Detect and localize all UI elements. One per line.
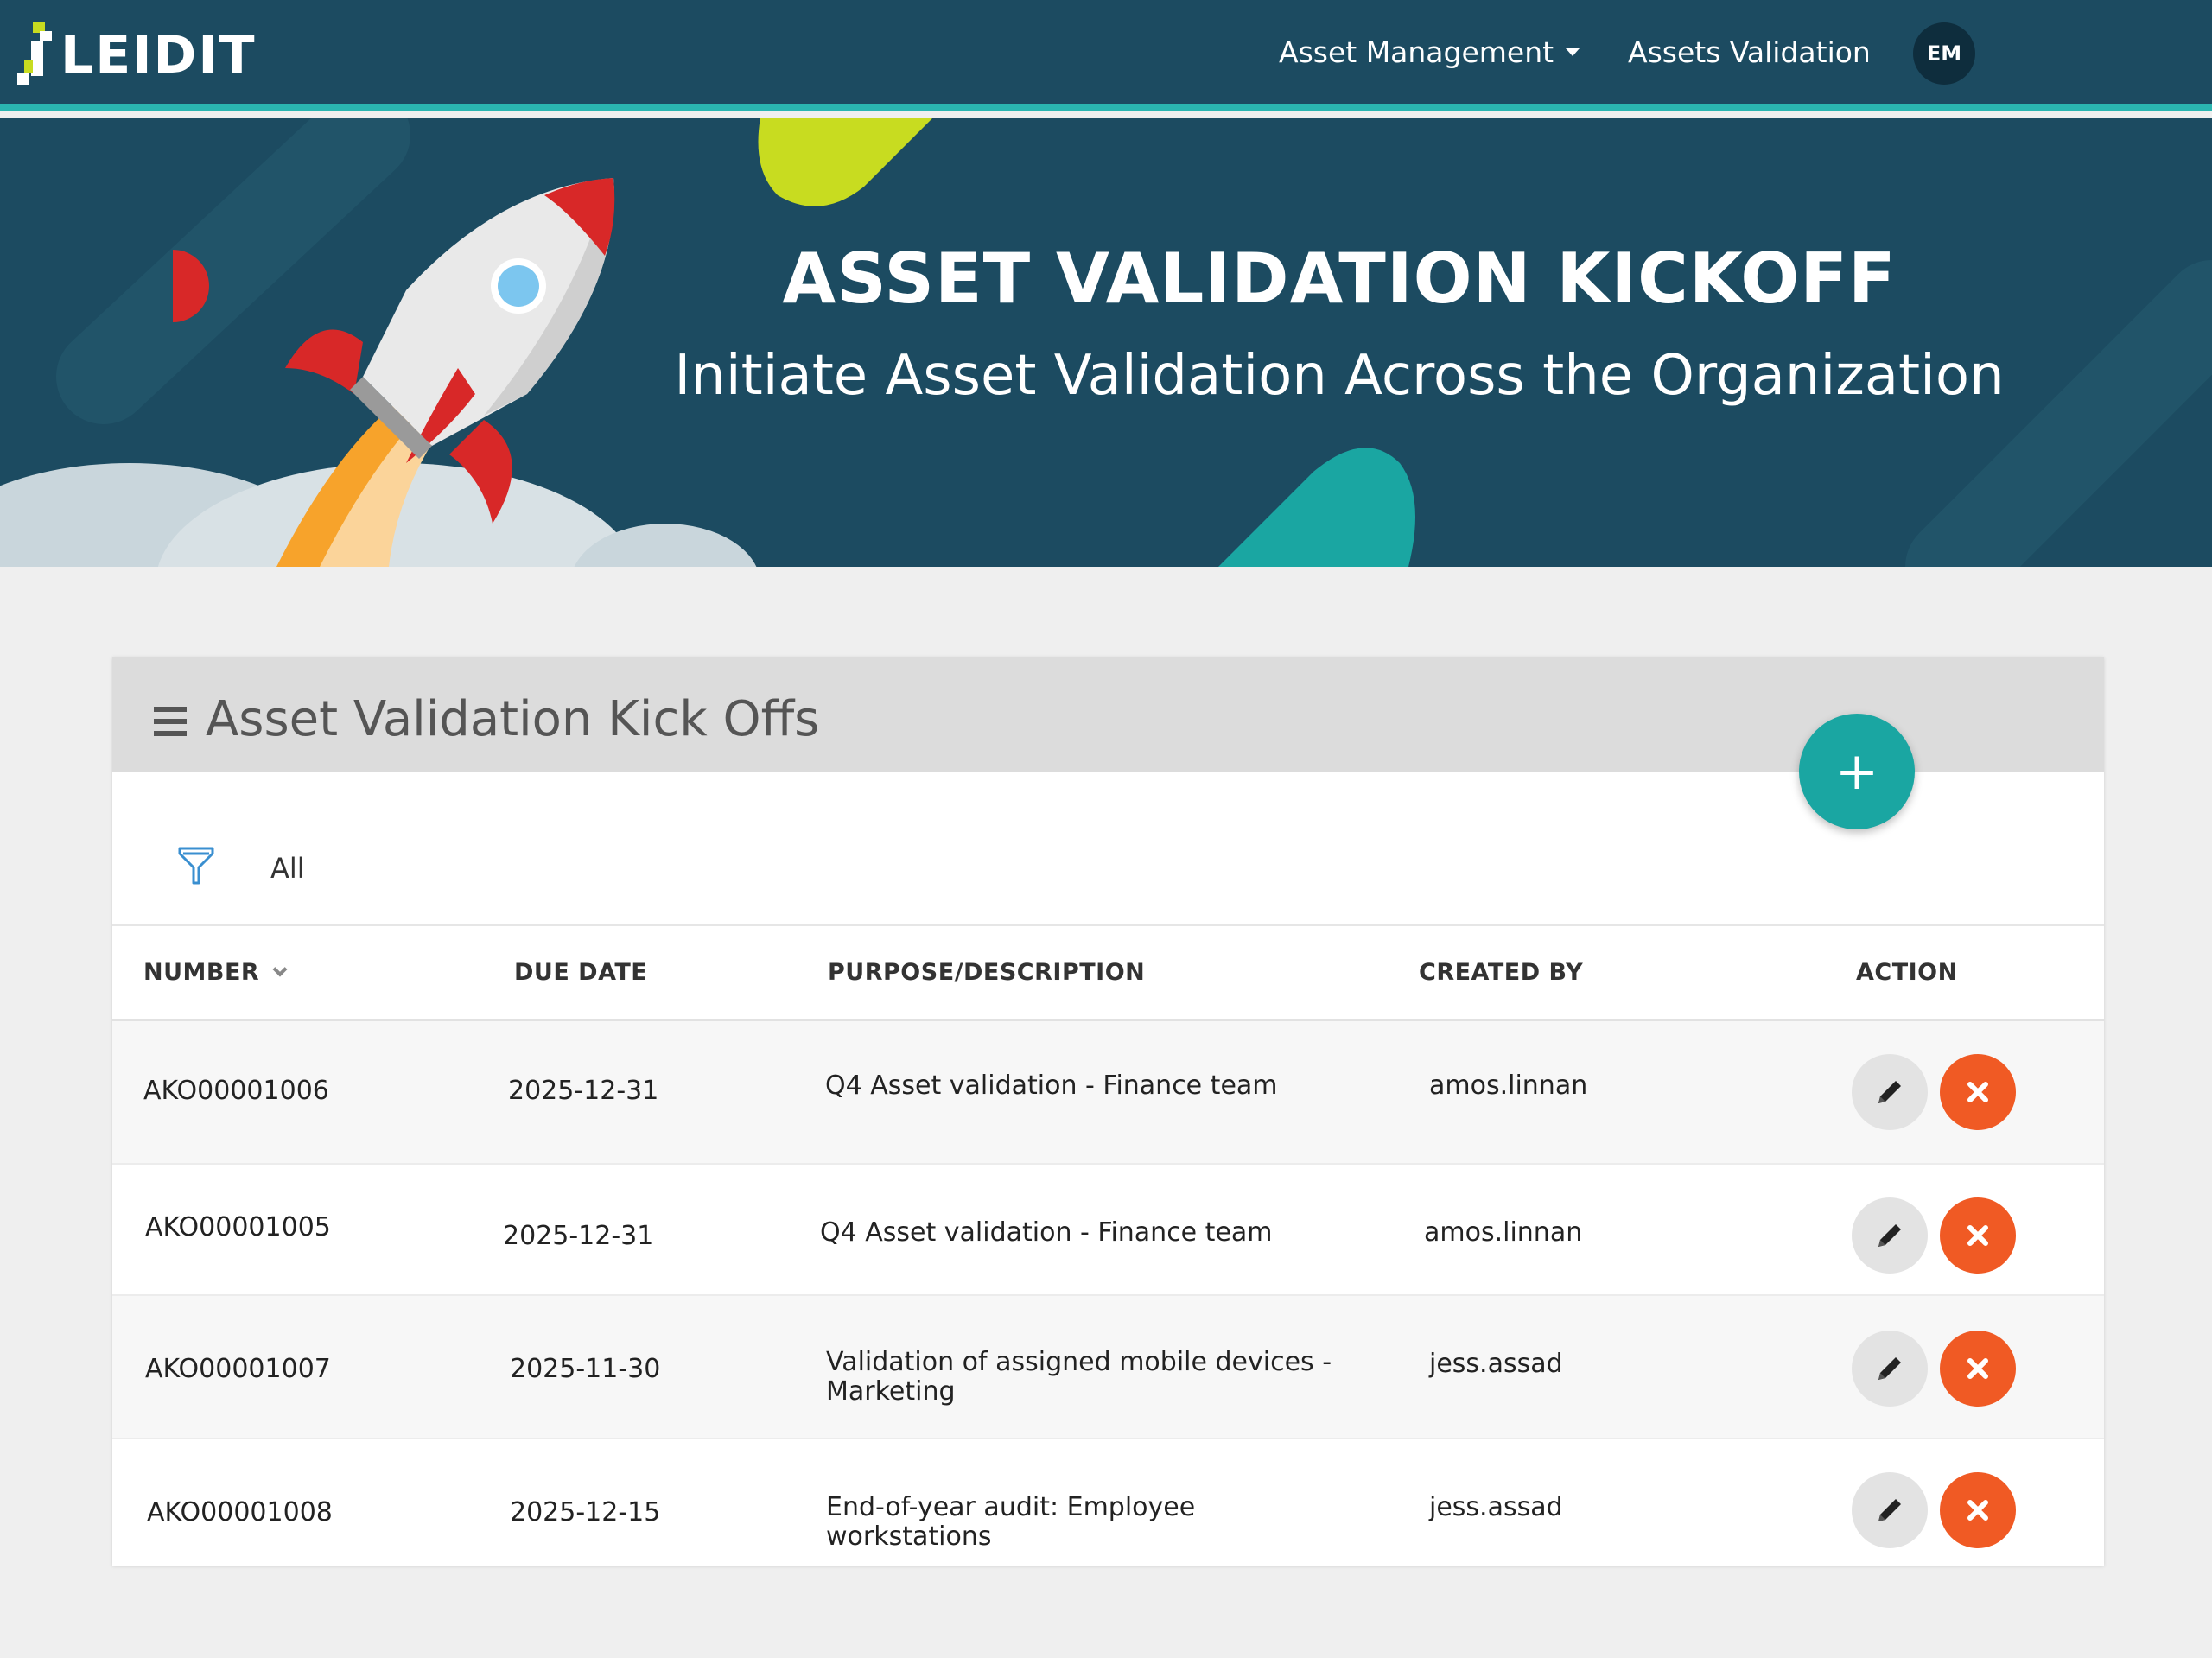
chevron-down-icon [272,962,288,977]
pencil-icon [1878,1357,1901,1380]
nav-asset-management[interactable]: Asset Management [1279,0,1580,104]
column-header-action: ACTION [1856,959,1958,986]
row-due-date: 2025-12-15 [510,1497,661,1528]
row-created-by: jess.assad [1429,1492,1563,1522]
table-row: AKO00001005 2025-12-31 Q4 Asset validati… [112,1165,2104,1296]
logo-mark-icon [17,22,52,85]
user-avatar[interactable]: EM [1913,22,1975,85]
plus-icon: + [1834,741,1879,802]
delete-button[interactable] [1940,1197,2016,1274]
nav-asset-management-label: Asset Management [1279,35,1554,69]
row-due-date: 2025-12-31 [508,1076,659,1106]
hero-title: ASSET VALIDATION KICKOFF [782,238,1897,319]
filter-label[interactable]: All [270,852,305,885]
table-row: AKO00001008 2025-12-15 End-of-year audit… [112,1439,2104,1566]
nav-assets-validation-label: Assets Validation [1628,35,1871,69]
column-header-number[interactable]: NUMBER [143,959,288,986]
row-number: AKO00001006 [143,1076,329,1106]
close-icon [1967,1358,1988,1379]
kickoffs-panel: Asset Validation Kick Offs + All NUMBER … [112,657,2104,1566]
table-row: AKO00001006 2025-12-31 Q4 Asset validati… [112,1021,2104,1165]
row-number: AKO00001005 [145,1212,331,1242]
column-header-due-date: DUE DATE [514,959,648,986]
row-number: AKO00001008 [147,1497,333,1528]
column-header-number-label: NUMBER [143,959,260,986]
close-icon [1967,1082,1988,1102]
pencil-icon [1878,1224,1901,1247]
logo-text: LEIDIT [60,25,257,86]
column-header-description: PURPOSE/DESCRIPTION [828,959,1146,986]
pencil-icon [1878,1081,1901,1103]
table-row: AKO00001007 2025-11-30 Validation of ass… [112,1296,2104,1439]
delete-button[interactable] [1940,1331,2016,1407]
edit-button[interactable] [1852,1331,1928,1407]
row-number: AKO00001007 [145,1354,331,1384]
close-icon [1967,1225,1988,1246]
column-header-created-by: CREATED BY [1419,959,1584,986]
row-due-date: 2025-12-31 [503,1221,654,1251]
close-icon [1967,1500,1988,1521]
caret-down-icon [1566,48,1580,56]
edit-button[interactable] [1852,1472,1928,1548]
menu-icon[interactable] [154,707,187,736]
nav-assets-validation[interactable]: Assets Validation [1628,0,1871,104]
row-description: Q4 Asset validation - Finance team [820,1217,1273,1248]
top-navbar: LEIDIT Asset Management Assets Validatio… [0,0,2212,111]
rocket-illustration [173,178,615,567]
edit-button[interactable] [1852,1197,1928,1274]
row-created-by: amos.linnan [1424,1217,1583,1248]
pencil-icon [1878,1499,1901,1521]
edit-button[interactable] [1852,1054,1928,1130]
row-created-by: jess.assad [1429,1349,1563,1379]
row-description: Validation of assigned mobile devices - … [826,1347,1332,1407]
delete-button[interactable] [1940,1472,2016,1548]
add-kickoff-button[interactable]: + [1799,714,1915,829]
row-created-by: amos.linnan [1429,1070,1588,1101]
row-description: End-of-year audit: Employee workstations [826,1492,1196,1552]
delete-button[interactable] [1940,1054,2016,1130]
filter-icon[interactable] [178,845,214,886]
panel-title: Asset Validation Kick Offs [206,691,820,747]
table-header: NUMBER DUE DATE PURPOSE/DESCRIPTION CREA… [112,924,2104,1021]
hero-banner: ASSET VALIDATION KICKOFF Initiate Asset … [0,118,2212,567]
hero-subtitle: Initiate Asset Validation Across the Org… [674,344,2005,408]
leidit-logo[interactable]: LEIDIT [14,19,257,92]
row-description: Q4 Asset validation - Finance team [825,1070,1278,1101]
row-due-date: 2025-11-30 [510,1354,661,1384]
